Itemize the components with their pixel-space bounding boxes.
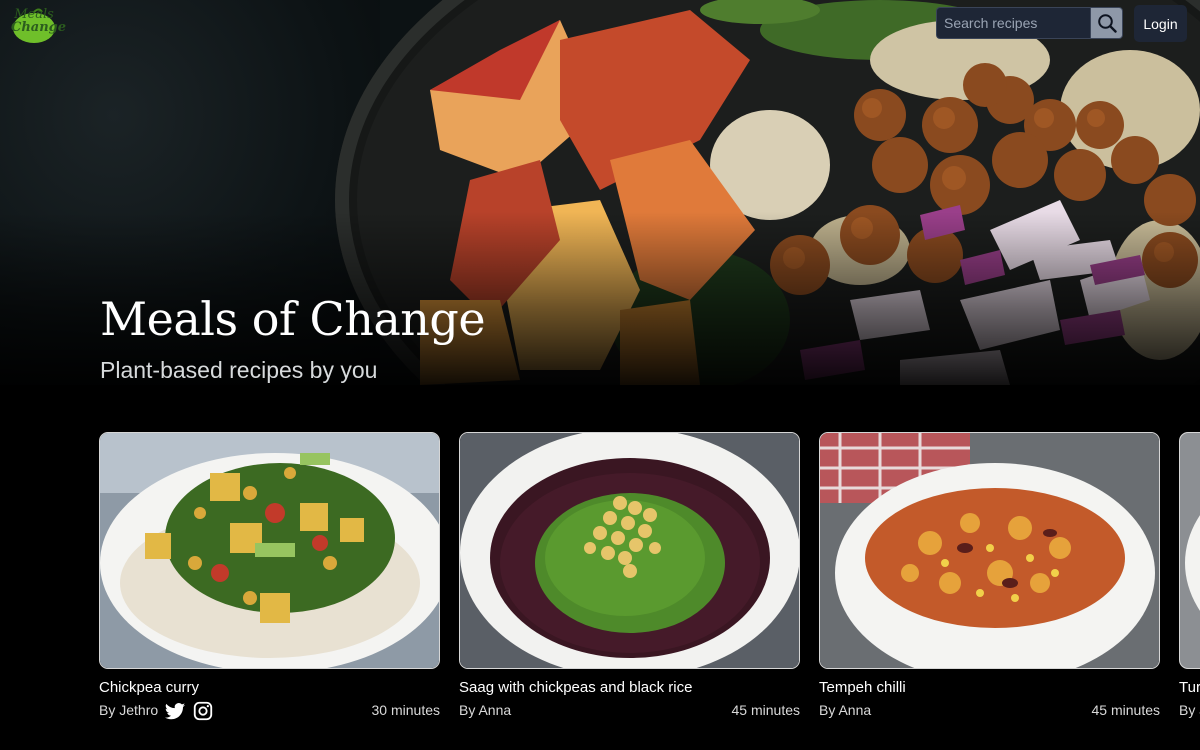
search-icon	[1097, 14, 1117, 33]
recipe-time: 30 minutes	[371, 702, 440, 718]
recipe-title[interactable]: Tempeh chilli	[819, 679, 906, 696]
page-title: Meals of Change	[100, 292, 486, 346]
twitter-icon[interactable]	[164, 700, 186, 722]
recipe-author[interactable]: By J	[1179, 702, 1200, 718]
logo-text: Meals Change	[11, 8, 67, 35]
recipe-author[interactable]: By Anna	[819, 702, 871, 718]
recipe-author[interactable]: By Jethro	[99, 702, 158, 718]
recipe-card[interactable]: Saag with chickpeas and black rice By An…	[459, 432, 800, 718]
recipe-card[interactable]: Tempeh chilli By Anna 45 minutes	[819, 432, 1160, 718]
hero-banner: Meals of Change Plant-based recipes by y…	[0, 0, 1200, 385]
search-button[interactable]	[1090, 7, 1123, 39]
recipe-image[interactable]	[459, 432, 800, 669]
site-logo[interactable]: Meals Change	[11, 8, 67, 44]
recipe-time: 45 minutes	[1091, 702, 1160, 718]
recipe-photo-chickpea-curry	[100, 433, 439, 668]
recipe-list: Chickpea curry By Jethro 30 minutes Saag…	[0, 432, 1200, 750]
recipe-photo-partial	[1180, 433, 1200, 668]
instagram-icon[interactable]	[192, 700, 214, 722]
recipe-image[interactable]	[99, 432, 440, 669]
recipe-title[interactable]: Saag with chickpeas and black rice	[459, 679, 692, 696]
recipe-title[interactable]: Chickpea curry	[99, 679, 199, 696]
recipe-author[interactable]: By Anna	[459, 702, 511, 718]
recipe-title[interactable]: Tur	[1179, 679, 1200, 696]
recipe-photo-tempeh-chilli	[820, 433, 1159, 668]
recipe-card[interactable]: Chickpea curry By Jethro 30 minutes	[99, 432, 440, 721]
login-button[interactable]: Login	[1134, 5, 1187, 42]
recipe-meta: By Jethro 30 minutes	[99, 700, 440, 722]
recipe-meta: By Anna 45 minutes	[459, 700, 800, 720]
recipe-meta: By Anna 45 minutes	[819, 700, 1160, 720]
search-bar	[936, 7, 1123, 39]
page-subtitle: Plant-based recipes by you	[100, 357, 378, 383]
recipe-photo-saag	[460, 433, 799, 668]
logo-line-2: Change	[11, 20, 67, 35]
recipe-image[interactable]	[1179, 432, 1200, 669]
recipe-meta: By J	[1179, 700, 1200, 720]
recipe-image[interactable]	[819, 432, 1160, 669]
recipe-card[interactable]: Tur By J	[1179, 432, 1200, 750]
search-input[interactable]	[936, 7, 1090, 39]
recipe-time: 45 minutes	[731, 702, 800, 718]
